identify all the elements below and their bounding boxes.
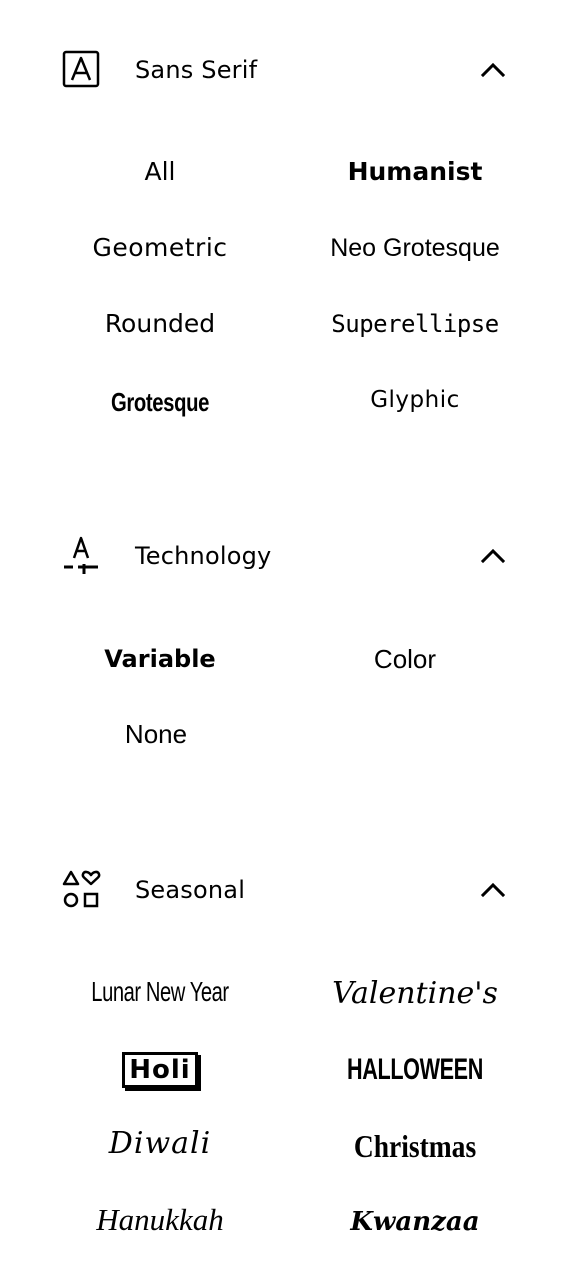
filter-chip-holi[interactable]: Holi: [45, 1046, 275, 1094]
chevron-up-icon[interactable]: [476, 540, 510, 572]
filter-chip-glyphic[interactable]: Glyphic: [300, 376, 530, 424]
section-title: Seasonal: [135, 876, 246, 904]
filter-chip-lunar-new-year[interactable]: Lunar New Year: [77, 968, 243, 1016]
filter-chip-none[interactable]: None: [41, 710, 271, 758]
filter-chip-diwali[interactable]: Diwali: [45, 1120, 275, 1168]
filter-chip-humanist[interactable]: Humanist: [300, 148, 530, 196]
shapes-icon: [60, 868, 104, 912]
section-title: Technology: [135, 542, 272, 570]
section-header-technology[interactable]: Technology: [0, 526, 573, 586]
section-header-sans-serif[interactable]: Sans Serif: [0, 40, 573, 100]
chevron-up-icon[interactable]: [476, 54, 510, 86]
filter-chip-halloween[interactable]: HALLOWEEN: [332, 1046, 498, 1094]
holi-label: Holi: [122, 1052, 198, 1088]
filter-chip-variable[interactable]: Variable: [45, 635, 275, 683]
filter-chip-hanukkah[interactable]: Hanukkah: [45, 1196, 275, 1244]
filter-chip-geometric[interactable]: Geometric: [45, 224, 275, 272]
chevron-up-icon[interactable]: [476, 874, 510, 906]
filter-chip-christmas[interactable]: Christmas: [316, 1122, 514, 1170]
font-technology-icon: [60, 534, 104, 578]
filter-chip-valentines[interactable]: Valentine's: [300, 970, 530, 1018]
section-header-seasonal[interactable]: Seasonal: [0, 860, 573, 920]
font-letter-a-icon: [60, 48, 104, 92]
section-title: Sans Serif: [135, 56, 258, 84]
filter-chip-grotesque[interactable]: Grotesque: [70, 378, 249, 426]
filter-chip-superellipse[interactable]: Superellipse: [300, 300, 530, 348]
filter-chip-all[interactable]: All: [45, 148, 275, 196]
filter-chip-rounded[interactable]: Rounded: [45, 300, 275, 348]
filter-chip-neo-grotesque[interactable]: Neo Grotesque: [300, 224, 530, 272]
filter-chip-color[interactable]: Color: [290, 635, 520, 683]
filter-chip-kwanzaa[interactable]: Kwanzaa: [300, 1198, 530, 1246]
